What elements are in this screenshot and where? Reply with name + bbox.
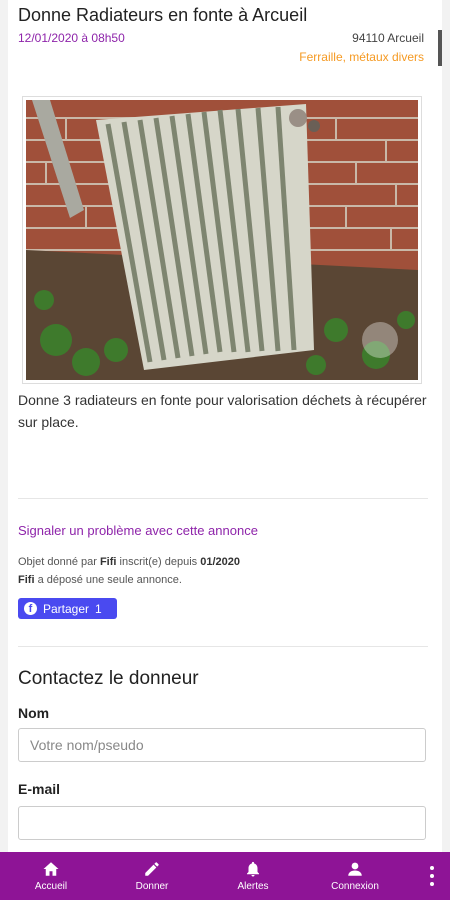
- facebook-share-button[interactable]: f Partager 1: [18, 598, 117, 619]
- nav-label: Alertes: [237, 881, 269, 892]
- donor-line-2: Fifi a déposé une seule annonce.: [18, 571, 240, 589]
- donor-since: 01/2020: [200, 556, 240, 568]
- email-label: E-mail: [18, 781, 61, 797]
- donor-line-1: Objet donné par Fifi inscrit(e) depuis 0…: [18, 553, 240, 571]
- nav-label: Accueil: [34, 881, 68, 892]
- report-problem-link[interactable]: Signaler un problème avec cette annonce: [18, 523, 258, 538]
- divider: [18, 646, 428, 647]
- donor-prefix: Objet donné par: [18, 556, 97, 568]
- divider: [18, 498, 428, 499]
- listing-title: Donne Radiateurs en fonte à Arcueil: [18, 5, 308, 25]
- bell-icon: [247, 861, 259, 877]
- nav-item-donner[interactable]: Donner: [115, 852, 189, 900]
- donor-info: Objet donné par Fifi inscrit(e) depuis 0…: [18, 553, 240, 589]
- scrollbar[interactable]: [438, 30, 442, 66]
- donor-name: Fifi: [99, 556, 117, 568]
- more-vertical-icon[interactable]: [428, 866, 436, 886]
- name-input[interactable]: [18, 728, 426, 762]
- pencil-icon: [145, 862, 159, 876]
- listing-page: Donne Radiateurs en fonte à Arcueil 12/0…: [8, 0, 442, 852]
- donor-ads-count: a déposé une seule annonce.: [37, 574, 182, 586]
- share-label: Partager: [43, 601, 90, 616]
- nav-item-alertes[interactable]: Alertes: [216, 852, 290, 900]
- listing-category[interactable]: Ferraille, métaux divers: [299, 50, 424, 64]
- bottom-nav: Accueil Donner Alertes Connexion: [0, 852, 450, 900]
- donor-registered: inscrit(e) depuis: [119, 556, 198, 568]
- share-count: 1: [95, 601, 102, 616]
- radiator-photo: [26, 100, 418, 380]
- listing-photo[interactable]: [22, 96, 422, 384]
- home-icon: [43, 862, 59, 876]
- listing-description: Donne 3 radiateurs en fonte pour valoris…: [18, 392, 427, 430]
- user-icon: [348, 862, 362, 876]
- listing-location: 94110 Arcueil: [352, 31, 424, 45]
- donor-name-2: Fifi: [18, 574, 35, 586]
- nav-item-connexion[interactable]: Connexion: [318, 852, 392, 900]
- email-input[interactable]: [18, 806, 426, 840]
- nav-label: Connexion: [331, 881, 379, 892]
- name-label: Nom: [18, 705, 50, 721]
- nav-label: Donner: [135, 881, 169, 892]
- nav-item-accueil[interactable]: Accueil: [14, 852, 88, 900]
- listing-date: 12/01/2020 à 08h50: [18, 31, 125, 45]
- contact-title: Contactez le donneur: [18, 668, 199, 689]
- facebook-icon: f: [24, 602, 37, 615]
